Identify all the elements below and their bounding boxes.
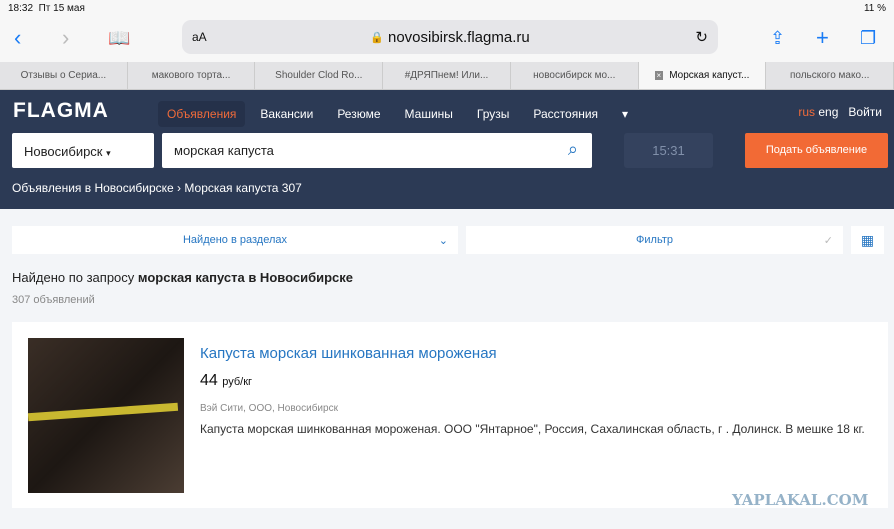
tabs-icon[interactable]: ❐ bbox=[860, 26, 876, 50]
nav-distances[interactable]: Расстояния bbox=[524, 101, 607, 127]
price-value: 44 bbox=[200, 372, 218, 389]
listing-image[interactable] bbox=[27, 338, 184, 493]
lock-icon: 🔒 bbox=[370, 31, 384, 44]
city-value: Новосибирск bbox=[24, 144, 103, 159]
nav-cars[interactable]: Машины bbox=[396, 101, 462, 127]
bookmarks-icon[interactable]: 📖 bbox=[108, 26, 130, 50]
found-query: морская капуста в Новосибирске bbox=[137, 270, 354, 285]
filter-label: Фильтр bbox=[636, 234, 673, 246]
text-size-button[interactable]: aA bbox=[192, 30, 207, 44]
check-icon: ✓ bbox=[823, 234, 833, 247]
tab[interactable]: польского мако... bbox=[766, 62, 894, 89]
filter-button[interactable]: Фильтр ✓ bbox=[466, 226, 843, 254]
browser-toolbar: ‹ › 📖 aA 🔒 novosibirsk.flagma.ru ↻ ⇪ + ❐ bbox=[0, 16, 894, 62]
city-select[interactable]: Новосибирск ▾ bbox=[12, 133, 154, 168]
new-tab-icon[interactable]: + bbox=[816, 26, 829, 50]
lang-rus[interactable]: rus bbox=[798, 105, 815, 119]
reload-icon[interactable]: ↻ bbox=[695, 28, 708, 46]
price-unit: руб/кг bbox=[222, 376, 253, 388]
tab[interactable]: Shoulder Clod Ro... bbox=[255, 62, 384, 89]
results-count: 307 объявлений bbox=[12, 294, 95, 306]
address-bar[interactable]: aA 🔒 novosibirsk.flagma.ru ↻ bbox=[182, 20, 718, 54]
forward-icon[interactable]: › bbox=[62, 26, 69, 50]
nav-ads[interactable]: Объявления bbox=[158, 101, 246, 127]
nav-vacancies[interactable]: Вакансии bbox=[251, 101, 322, 127]
share-icon[interactable]: ⇪ bbox=[770, 26, 785, 50]
chevron-down-icon: ⌄ bbox=[438, 234, 448, 247]
breadcrumb: Объявления в Новосибирске › Морская капу… bbox=[12, 181, 302, 195]
grid-view-icon[interactable]: ▦ bbox=[851, 226, 884, 254]
tab[interactable]: #ДРЯПнем! Или... bbox=[383, 62, 511, 89]
tab-bar: Отзывы о Сериа... макового торта... Shou… bbox=[0, 62, 894, 90]
nav-resumes[interactable]: Резюме bbox=[328, 101, 389, 127]
tab[interactable]: новосибирск мо... bbox=[511, 62, 639, 89]
filter-bar: Найдено в разделах ⌄ Фильтр ✓ ▦ bbox=[12, 226, 886, 254]
close-tab-icon[interactable]: × bbox=[654, 71, 664, 80]
tab[interactable]: Отзывы о Сериа... bbox=[0, 62, 128, 89]
main-nav: Объявления Вакансии Резюме Машины Грузы … bbox=[158, 101, 637, 127]
found-prefix: Найдено по запросу bbox=[12, 270, 138, 285]
listing-title[interactable]: Капуста морская шинкованная мороженая bbox=[200, 345, 497, 362]
url-text: novosibirsk.flagma.ru bbox=[387, 28, 530, 46]
watermark: YAPLAKAL.COM bbox=[732, 491, 869, 509]
listing-card: Капуста морская шинкованная мороженая 44… bbox=[12, 322, 888, 508]
post-ad-button[interactable]: Подать объявление bbox=[745, 133, 888, 168]
search-icon[interactable]: ⌕ bbox=[568, 139, 578, 160]
more-dropdown-icon[interactable]: ▾ bbox=[613, 101, 637, 127]
back-icon[interactable]: ‹ bbox=[14, 26, 21, 50]
breadcrumb-link[interactable]: Объявления в Новосибирске bbox=[12, 181, 174, 195]
time-display: 15:31 bbox=[624, 133, 713, 168]
listing-price: 44 руб/кг bbox=[200, 372, 252, 390]
breadcrumb-current: Морская капуста 307 bbox=[184, 181, 302, 195]
login-link[interactable]: Войти bbox=[848, 105, 882, 119]
status-date: Пт 15 мая bbox=[38, 2, 85, 14]
search-value: морская капуста bbox=[174, 143, 274, 158]
chevron-down-icon: ▾ bbox=[106, 148, 111, 158]
battery: 11 % bbox=[863, 2, 886, 14]
nav-cargo[interactable]: Грузы bbox=[468, 101, 519, 127]
tab-label: Морская капуст... bbox=[669, 70, 750, 81]
tab[interactable]: макового торта... bbox=[128, 62, 256, 89]
site-header: FLAGMA Объявления Вакансии Резюме Машины… bbox=[0, 90, 894, 209]
listing-seller[interactable]: Вэй Сити, ООО, Новосибирск bbox=[200, 403, 338, 414]
search-input[interactable]: морская капуста ⌕ bbox=[162, 133, 592, 168]
results-heading: Найдено по запросу морская капуста в Нов… bbox=[12, 270, 353, 285]
listing-description: Капуста морская шинкованная мороженая. О… bbox=[200, 422, 865, 436]
status-time: 18:32 bbox=[8, 2, 34, 14]
sections-label: Найдено в разделах bbox=[182, 234, 287, 246]
tab-active[interactable]: × Морская капуст... bbox=[638, 62, 767, 89]
flagma-logo[interactable]: FLAGMA bbox=[13, 99, 109, 123]
language-switch: rus eng Войти bbox=[798, 105, 882, 119]
lang-eng[interactable]: eng bbox=[818, 105, 838, 119]
status-bar: 18:32 Пт 15 мая 11 % bbox=[0, 0, 894, 16]
sections-dropdown[interactable]: Найдено в разделах ⌄ bbox=[12, 226, 458, 254]
